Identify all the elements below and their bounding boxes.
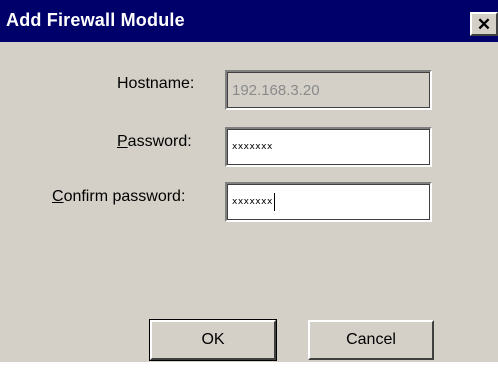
title-bar: Add Firewall Module ✕	[0, 0, 498, 42]
password-value: xxxxxxx	[232, 142, 273, 152]
confirm-password-field[interactable]: xxxxxxx	[225, 182, 432, 222]
confirm-password-value: xxxxxxx	[232, 197, 273, 207]
ok-button[interactable]: OK	[149, 319, 277, 361]
text-caret	[273, 193, 275, 211]
confirm-password-label: Confirm password:	[52, 188, 185, 206]
add-firewall-module-dialog: Add Firewall Module ✕ Hostname: 192.168.…	[0, 0, 498, 362]
password-field[interactable]: xxxxxxx	[225, 127, 432, 167]
password-label-rest: assword:	[127, 133, 192, 150]
close-icon: ✕	[476, 14, 492, 34]
hostname-value: 192.168.3.20	[232, 81, 320, 99]
cancel-button[interactable]: Cancel	[308, 320, 434, 360]
hostname-label: Hostname:	[117, 75, 195, 92]
confirm-password-label-accel: C	[52, 188, 64, 205]
confirm-password-label-rest: onfirm password:	[63, 188, 186, 205]
password-label: Password:	[117, 133, 192, 151]
password-label-accel: P	[117, 133, 128, 150]
dialog-title: Add Firewall Module	[6, 10, 185, 30]
hostname-field: 192.168.3.20	[225, 70, 432, 110]
close-button[interactable]: ✕	[470, 12, 498, 36]
